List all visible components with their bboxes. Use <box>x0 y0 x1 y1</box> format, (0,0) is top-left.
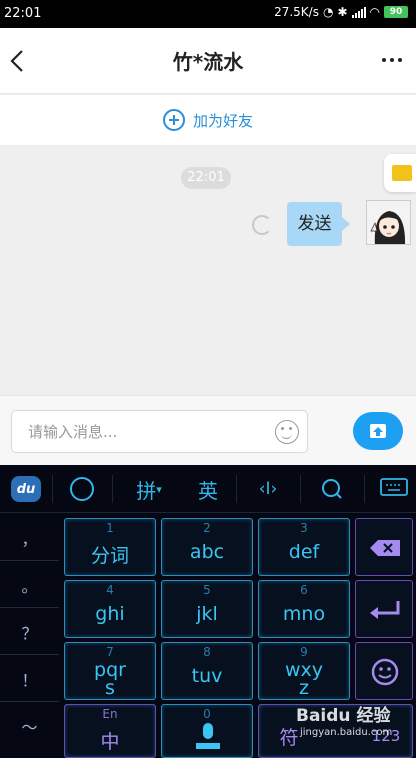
pinyin-mode-button[interactable]: 拼 ▾ <box>124 465 174 513</box>
backspace-icon <box>370 540 400 556</box>
watermark-brand: Baidu 经验 <box>296 706 391 726</box>
key-7-pqrs[interactable]: 7 pqr s <box>64 642 156 700</box>
cursor-edit-icon[interactable]: ‹I› <box>248 465 288 513</box>
key-4-ghi[interactable]: 4 ghi <box>64 580 156 638</box>
punct-exclaim-key[interactable]: ！ <box>0 656 59 702</box>
alarm-icon: ◔ <box>322 5 334 19</box>
baidu-du-icon: du <box>11 476 41 502</box>
pinyin-label: 拼 <box>136 478 157 503</box>
backspace-key[interactable] <box>355 518 413 576</box>
wifi-icon: ◠ <box>369 5 380 19</box>
emoji-icon[interactable] <box>275 420 299 444</box>
chat-area[interactable]: 22:01 发送 <box>0 145 416 395</box>
key-5-jkl[interactable]: 5 jkl <box>161 580 253 638</box>
status-bar: 22:01 27.5K/s ◔ ✱ ◠ 90 <box>0 0 416 28</box>
status-time: 22:01 <box>4 6 42 21</box>
baidu-input-logo-button[interactable]: du <box>6 465 46 513</box>
key-8-tuv[interactable]: 8 tuv <box>161 642 253 700</box>
keyboard-emoji-button[interactable] <box>62 465 102 513</box>
folder-icon <box>392 165 412 181</box>
punct-period-key[interactable]: 。 <box>0 562 59 608</box>
avatar[interactable] <box>366 200 411 245</box>
search-icon[interactable] <box>312 465 352 513</box>
upload-icon <box>370 424 386 438</box>
plus-circle-icon <box>162 109 185 131</box>
punct-tilde-key[interactable]: ～ <box>0 703 59 749</box>
keyboard-hide-icon[interactable] <box>374 465 414 513</box>
smiley-icon <box>70 477 94 501</box>
key-3-def[interactable]: 3 def <box>258 518 350 576</box>
punct-question-key[interactable]: ？ <box>0 609 59 655</box>
message-input-container[interactable] <box>11 410 308 453</box>
chat-header: 竹*流水 <box>0 28 416 94</box>
english-mode-button[interactable]: 英 <box>188 465 228 513</box>
punctuation-column: ， 。 ？ ！ ～ <box>0 515 59 758</box>
smiley-face-icon <box>371 658 399 686</box>
add-friend-button[interactable]: 加为好友 <box>0 95 416 145</box>
punct-comma-key[interactable]: ， <box>0 515 59 561</box>
english-label: 英 <box>198 478 218 503</box>
watermark-url: jingyan.baidu.com <box>300 727 393 738</box>
emoji-key[interactable] <box>355 642 413 700</box>
message-timestamp: 22:01 <box>181 167 231 189</box>
sending-spinner-icon <box>252 215 272 235</box>
key-9-wxyz[interactable]: 9 wxy z <box>258 642 350 700</box>
cn-en-toggle-key[interactable]: En 中 <box>64 704 156 758</box>
bluetooth-icon: ✱ <box>337 5 348 19</box>
battery-icon: 90 <box>384 6 408 18</box>
folder-shortcut[interactable] <box>384 154 416 192</box>
microphone-icon <box>196 723 220 749</box>
key-2-abc[interactable]: 2 abc <box>161 518 253 576</box>
signal-icon <box>351 6 366 18</box>
keyboard-toolbar: du 拼 ▾ 英 ‹I› <box>0 465 416 513</box>
space-voice-key[interactable]: 0 <box>161 704 253 758</box>
key-1-fenci[interactable]: 1 分词 <box>64 518 156 576</box>
message-bubble[interactable]: 发送 <box>287 202 350 246</box>
message-input-bar <box>0 395 416 465</box>
chat-title: 竹*流水 <box>172 50 244 74</box>
baidu-jingyan-watermark: Baidu 经验 jingyan.baidu.com <box>296 697 414 747</box>
add-friend-label: 加为好友 <box>192 111 253 130</box>
status-icons: 27.5K/s ◔ ✱ ◠ 90 <box>274 5 408 19</box>
enter-key[interactable] <box>355 580 413 638</box>
key-6-mno[interactable]: 6 mno <box>258 580 350 638</box>
enter-icon <box>370 601 400 619</box>
message-input[interactable] <box>28 421 268 443</box>
network-speed: 27.5K/s <box>274 5 319 19</box>
more-options-icon[interactable] <box>382 58 402 62</box>
dropdown-caret-icon: ▾ <box>156 482 162 496</box>
send-button[interactable] <box>353 412 403 450</box>
